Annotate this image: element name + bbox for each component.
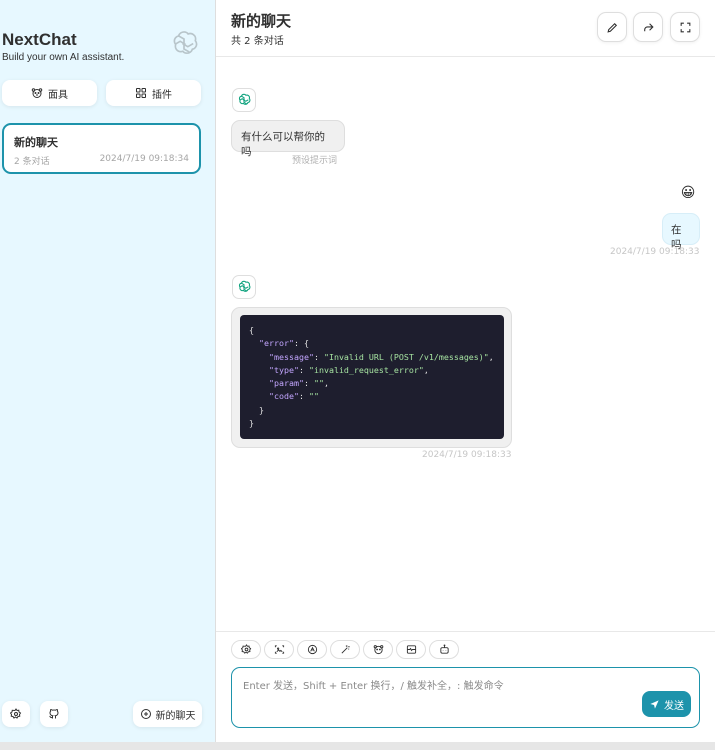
- chat-settings-tool[interactable]: [231, 640, 261, 659]
- new-chat-button[interactable]: 新的聊天: [133, 701, 202, 727]
- chat-item-date: 2024/7/19 09:18:34: [99, 154, 189, 164]
- edit-button[interactable]: [597, 12, 627, 42]
- new-chat-label: 新的聊天: [155, 710, 196, 722]
- fullscreen-icon: [680, 22, 690, 32]
- plugin-label: 插件: [152, 89, 172, 101]
- pencil-icon: [606, 22, 617, 33]
- user-avatar: 😀: [676, 181, 700, 205]
- openai-logo-icon: [238, 93, 251, 105]
- chat-title[interactable]: 新的聊天: [231, 10, 291, 31]
- window-bottom-edge: [0, 742, 715, 750]
- code-block[interactable]: { "error": { "message": "Invalid URL (PO…: [240, 315, 504, 439]
- break-context-icon: [406, 645, 416, 654]
- send-button[interactable]: 发送: [642, 691, 691, 717]
- mask-icon: [31, 88, 43, 98]
- openai-logo-icon: [173, 31, 198, 55]
- image-tool[interactable]: [264, 640, 294, 659]
- chat-list-item[interactable]: 新的聊天 2 条对话 2024/7/19 09:18:34: [2, 123, 201, 174]
- clear-context-tool[interactable]: [396, 640, 426, 659]
- bot-avatar: [232, 88, 256, 112]
- model-tool[interactable]: [297, 640, 327, 659]
- add-circle-icon: [140, 709, 151, 719]
- bot-avatar: [232, 275, 256, 299]
- robot-icon: [439, 644, 449, 654]
- chat-input-box[interactable]: 发送: [231, 667, 700, 728]
- chat-item-count: 2 条对话: [14, 157, 50, 167]
- sidebar: NextChat Build your own AI assistant. 面具…: [0, 0, 216, 742]
- preset-prompt-hint: 预设提示词: [292, 156, 338, 166]
- grid-icon: [136, 88, 146, 98]
- github-button[interactable]: [40, 701, 68, 727]
- chat-input[interactable]: [243, 677, 623, 697]
- bot-error-time: 2024/7/19 09:18:33: [422, 450, 512, 460]
- chat-header: 新的聊天 共 2 条对话: [216, 0, 715, 57]
- magic-wand-icon: [341, 645, 350, 654]
- chat-subtitle: 共 2 条对话: [231, 36, 284, 47]
- image-upload-icon: [274, 645, 284, 654]
- bot-message-bubble: 有什么可以帮你的吗: [231, 120, 345, 158]
- share-arrow-icon: [643, 22, 654, 31]
- app-title: NextChat: [2, 30, 77, 49]
- settings-button[interactable]: [2, 701, 30, 727]
- fullscreen-button[interactable]: [670, 12, 700, 42]
- prompt-tool[interactable]: [330, 640, 360, 659]
- app-subtitle: Build your own AI assistant.: [2, 52, 125, 63]
- robot-tool[interactable]: [429, 640, 459, 659]
- share-button[interactable]: [633, 12, 663, 42]
- user-emoji-avatar: 😀: [680, 185, 696, 201]
- gear-icon: [240, 644, 251, 654]
- mask-button[interactable]: 面具: [2, 80, 97, 106]
- mask-icon: [373, 645, 383, 655]
- mask-tool[interactable]: [363, 640, 393, 659]
- user-message-bubble: 在吗: [662, 213, 700, 251]
- openai-logo-icon: [238, 280, 251, 292]
- gear-icon: [10, 708, 22, 719]
- user-message-time: 2024/7/19 09:18:33: [610, 247, 700, 257]
- mask-label: 面具: [48, 89, 68, 101]
- send-label: 发送: [664, 700, 684, 712]
- robot-model-icon: [307, 644, 317, 655]
- send-icon: [650, 699, 659, 709]
- github-icon: [49, 709, 59, 719]
- plugin-button[interactable]: 插件: [106, 80, 201, 106]
- error-json-code: { "error": { "message": "Invalid URL (PO…: [249, 325, 494, 429]
- chat-item-title: 新的聊天: [14, 136, 58, 149]
